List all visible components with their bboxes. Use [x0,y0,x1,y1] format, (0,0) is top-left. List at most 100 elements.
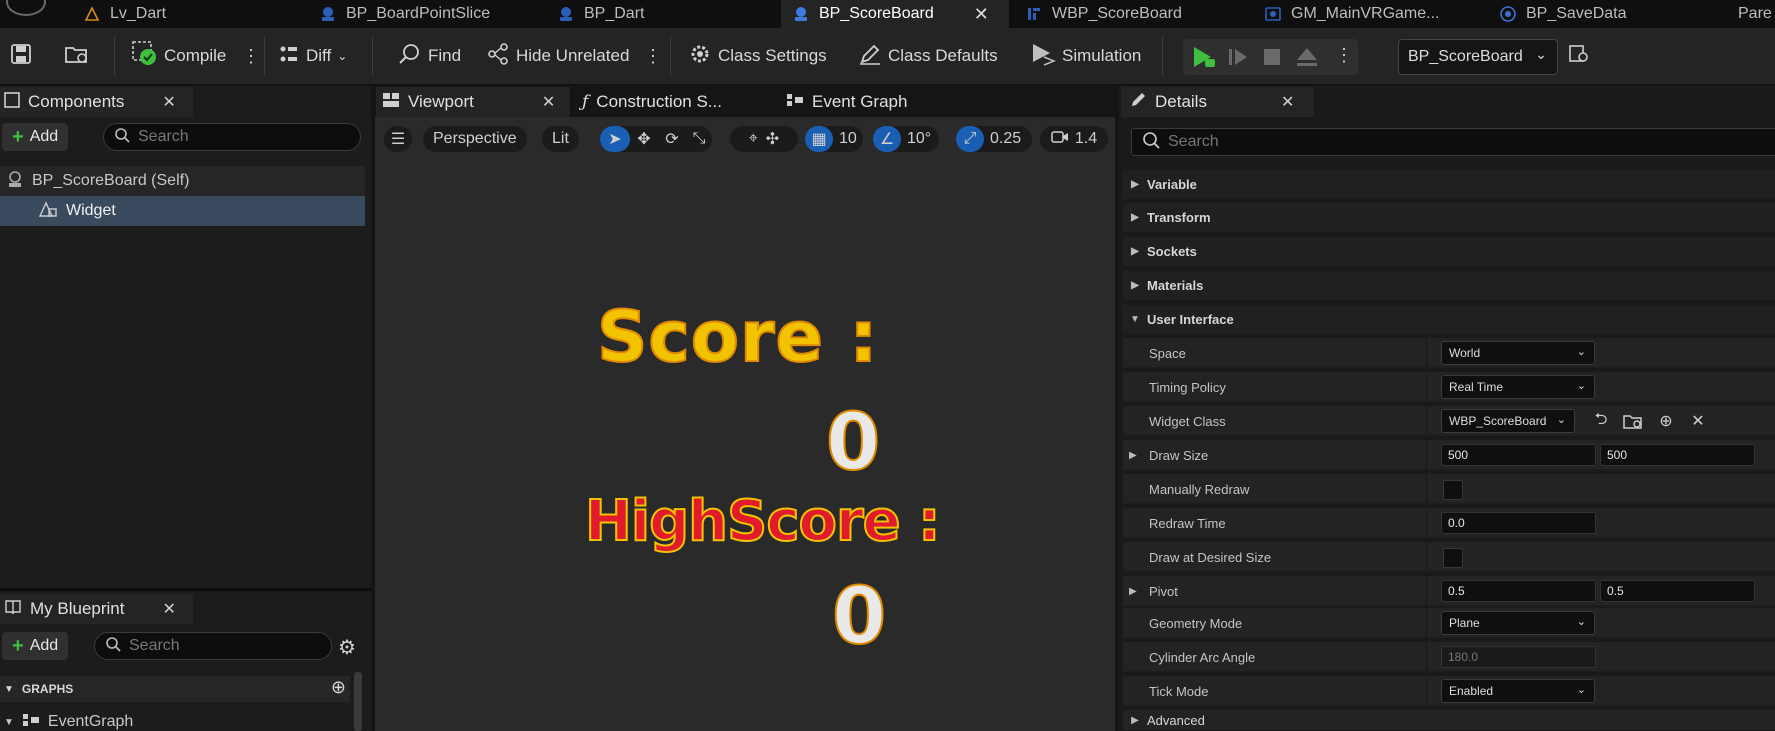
column-divider[interactable] [1426,406,1427,436]
close-panel-icon[interactable]: ✕ [162,599,175,619]
find-button[interactable]: Find [398,40,461,72]
column-divider[interactable] [1426,542,1427,572]
my-blueprint-panel-tab[interactable]: My Blueprint ✕ [0,594,193,624]
redraw-time-input[interactable]: 0.0 [1441,512,1596,534]
scale-tool-icon[interactable]: ⤡ [686,130,712,148]
panel-splitter[interactable] [0,588,371,591]
clear-icon[interactable]: ✕ [1688,411,1708,431]
perspective-button[interactable]: Perspective [423,126,527,152]
graphs-section-header[interactable]: ▼ GRAPHS ⊕ [0,676,350,702]
tick-mode-dropdown[interactable]: Enabled ⌄ [1441,679,1595,703]
space-dropdown[interactable]: World ⌄ [1441,341,1595,365]
tab-construction-script[interactable]: ƒ Construction S... [582,87,722,117]
manually-redraw-checkbox[interactable] [1443,480,1463,500]
timing-policy-dropdown[interactable]: Real Time ⌄ [1441,375,1595,399]
compile-options-button[interactable]: ⋮ [242,40,260,72]
tab-event-graph[interactable]: Event Graph [786,87,907,117]
expand-arrow-icon[interactable]: ▶ [1129,576,1137,606]
unreal-logo-icon[interactable] [6,0,46,16]
browse-asset-icon[interactable] [1623,411,1643,431]
save-button[interactable] [10,40,32,72]
column-divider[interactable] [1426,642,1427,672]
tab-bp-savedata[interactable]: BP_SaveData [1500,0,1627,28]
rotation-snap-button[interactable]: ∠ 10° [873,126,939,152]
component-tree-item-widget[interactable]: Widget [0,196,365,226]
surface-snapping-icon[interactable]: ⌖ [749,130,758,148]
expand-arrow-icon[interactable]: ▶ [1129,440,1137,470]
compile-button[interactable]: Compile [132,40,226,72]
select-tool-icon[interactable]: ➤ [600,126,630,152]
components-search-input[interactable]: Search [103,123,361,151]
graph-item-eventgraph[interactable]: ▼ EventGraph [0,712,350,731]
column-divider[interactable] [1426,676,1427,706]
camera-speed-button[interactable]: 1.4 [1040,126,1108,152]
lit-button[interactable]: Lit [542,126,579,152]
scale-snap-button[interactable]: ⤢ 0.25 [956,126,1032,152]
draw-size-y-input[interactable]: 500 [1600,444,1755,466]
geometry-mode-dropdown[interactable]: Plane ⌄ [1441,611,1595,635]
details-search-input[interactable]: Search [1131,128,1775,156]
tab-bp-dart[interactable]: BP_Dart [558,0,644,28]
category-user-interface[interactable]: ▼ User Interface [1123,305,1775,335]
browse-debug-button[interactable] [1568,40,1590,72]
column-divider[interactable] [1426,508,1427,538]
category-advanced[interactable]: ▶ Advanced [1123,710,1775,731]
category-sockets[interactable]: ▶ Sockets [1123,237,1775,267]
category-variable[interactable]: ▶ Variable [1123,170,1775,200]
close-tab-icon[interactable]: ✕ [974,4,989,25]
settings-gear-icon[interactable]: ⚙ [338,635,356,660]
viewport-canvas[interactable] [375,117,1115,731]
more-options-button[interactable]: ⋮ [644,40,662,72]
tab-parent-overflow[interactable]: Pare [1738,0,1772,28]
diff-button[interactable]: Diff ⌄ [278,40,347,72]
pivot-y-input[interactable]: 0.5 [1600,580,1755,602]
tab-gm-mainvrgame[interactable]: GM_MainVRGame... [1265,0,1439,28]
my-blueprint-search-input[interactable]: Search [94,632,332,660]
tab-lv-dart[interactable]: Lv_Dart [84,0,166,28]
column-divider[interactable] [1426,608,1427,638]
column-divider[interactable] [1426,372,1427,402]
add-member-button[interactable]: + Add [2,632,69,660]
tab-wbp-scoreboard[interactable]: WBP_ScoreBoard [1026,0,1182,28]
simulation-button[interactable]: Simulation [1030,40,1141,72]
column-divider[interactable] [1426,338,1427,368]
rotate-tool-icon[interactable]: ⟳ [658,129,686,149]
draw-size-x-input[interactable]: 500 [1441,444,1596,466]
stop-icon[interactable] [1263,48,1281,70]
grid-snap-button[interactable]: ▦ 10 [805,126,863,152]
column-divider[interactable] [1426,474,1427,504]
draw-at-desired-size-checkbox[interactable] [1443,548,1463,568]
class-defaults-button[interactable]: Class Defaults [858,40,998,72]
tab-viewport[interactable]: Viewport ✕ [376,87,570,117]
hide-unrelated-button[interactable]: Hide Unrelated [486,40,629,72]
tab-bp-boardpointslice[interactable]: BP_BoardPointSlice [320,0,490,28]
play-icon[interactable] [1191,45,1217,73]
coordinate-system-icon[interactable]: ✣ [766,129,779,149]
create-new-asset-icon[interactable]: ⊕ [1656,411,1676,431]
close-panel-icon[interactable]: ✕ [162,92,175,112]
widget-class-dropdown[interactable]: WBP_ScoreBoard ⌄ [1441,409,1575,433]
translate-tool-icon[interactable]: ✥ [630,129,658,149]
component-tree-item-self[interactable]: BP_ScoreBoard (Self) [0,166,365,196]
details-panel-tab[interactable]: Details ✕ [1121,87,1314,117]
column-divider[interactable] [1426,576,1427,606]
add-graph-icon[interactable]: ⊕ [331,677,346,698]
eject-icon[interactable] [1295,46,1319,72]
components-panel-tab[interactable]: Components ✕ [0,87,193,117]
category-materials[interactable]: ▶ Materials [1123,271,1775,301]
column-divider[interactable] [1426,440,1427,470]
scrollbar[interactable] [354,672,362,731]
close-panel-icon[interactable]: ✕ [1281,92,1294,112]
use-selected-asset-icon[interactable]: ⮌ [1591,411,1611,431]
tab-bp-scoreboard[interactable]: BP_ScoreBoard ✕ [781,0,1009,28]
viewport-menu-button[interactable]: ☰ [384,126,412,152]
pivot-x-input[interactable]: 0.5 [1441,580,1596,602]
play-options-button[interactable]: ⋮ [1335,45,1353,66]
debug-object-dropdown[interactable]: BP_ScoreBoard ⌄ [1398,39,1558,75]
category-transform[interactable]: ▶ Transform [1123,203,1775,233]
browse-button[interactable] [64,40,90,72]
close-tab-icon[interactable]: ✕ [542,92,555,112]
add-component-button[interactable]: + Add [2,123,69,151]
class-settings-button[interactable]: Class Settings [688,40,827,72]
step-forward-icon[interactable] [1227,46,1249,72]
